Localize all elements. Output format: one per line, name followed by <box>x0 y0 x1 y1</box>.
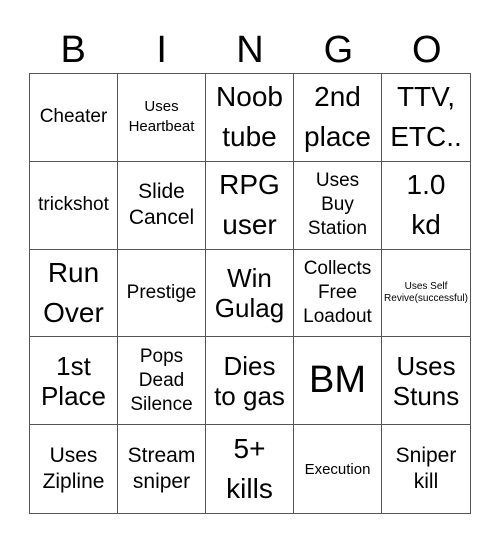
bingo-header: B I N G O <box>29 28 471 72</box>
bingo-cell-label: Stream sniper <box>127 444 196 494</box>
bingo-cell[interactable]: Uses Heartbeat <box>118 74 206 162</box>
bingo-cell-label: Slide Cancel <box>128 180 195 230</box>
bingo-cell[interactable]: 1.0 kd <box>382 162 470 250</box>
bingo-cell-label: Uses Self Revive(successful) <box>384 280 468 304</box>
bingo-cell[interactable]: Sniper kill <box>382 425 470 513</box>
bingo-cell-label: trickshot <box>38 194 109 216</box>
bingo-cell[interactable]: Run Over <box>30 249 118 338</box>
bingo-cell-label: 1st Place <box>40 350 107 411</box>
bingo-cell[interactable]: Uses Stuns <box>382 337 470 426</box>
bingo-cell[interactable]: 5+ kills <box>206 425 294 513</box>
bingo-cell[interactable]: Stream sniper <box>118 425 206 513</box>
header-letter-g: G <box>323 29 354 71</box>
bingo-cell[interactable]: Dies to gas <box>206 337 294 426</box>
header-letter-n: N <box>236 29 264 71</box>
bingo-cell-label: Run Over <box>43 256 104 328</box>
bingo-cell[interactable]: Cheater <box>30 74 118 162</box>
bingo-cell-label: Prestige <box>126 281 197 303</box>
bingo-cell-label: 5+ kills <box>226 433 273 505</box>
header-letter-b: B <box>60 29 86 71</box>
bingo-cell[interactable]: Uses Zipline <box>30 425 118 513</box>
bingo-cell[interactable]: Noob tube <box>206 74 294 162</box>
bingo-cell-label: Pops Dead Silence <box>130 345 193 415</box>
bingo-cell[interactable]: Collects Free Loadout <box>294 249 382 338</box>
bingo-cell[interactable]: Uses Self Revive(successful) <box>382 250 470 338</box>
bingo-cell[interactable]: Execution <box>294 425 382 513</box>
bingo-cell[interactable]: Pops Dead Silence <box>118 337 206 426</box>
bingo-cell-label: Dies to gas <box>214 350 285 411</box>
bingo-cell-label: 1.0 kd <box>406 169 446 241</box>
bingo-cell-label: TTV, ETC.. <box>390 81 462 153</box>
bingo-cell-label: Uses Zipline <box>42 444 105 494</box>
bingo-cell-label: Noob tube <box>216 81 283 153</box>
bingo-cell-label: Collects Free Loadout <box>303 257 372 327</box>
bingo-cell-label: BM <box>309 359 366 402</box>
bingo-cell-label: Uses Stuns <box>392 350 460 411</box>
bingo-cell-label: Cheater <box>39 106 108 128</box>
bingo-cell-label: 2nd place <box>304 81 371 153</box>
bingo-cell-label: RPG user <box>219 169 280 241</box>
bingo-cell-label: Sniper kill <box>395 444 457 494</box>
bingo-cell[interactable]: TTV, ETC.. <box>382 74 470 162</box>
bingo-cell-label: Win Gulag <box>214 262 285 323</box>
header-letter-o: O <box>412 29 442 71</box>
bingo-cell[interactable]: Uses Buy Station <box>294 161 382 250</box>
bingo-cell[interactable]: Prestige <box>118 249 206 338</box>
bingo-cell[interactable]: Win Gulag <box>206 249 294 338</box>
bingo-cell-label: Execution <box>304 460 371 478</box>
bingo-cell[interactable]: 2nd place <box>294 74 382 162</box>
bingo-cell[interactable]: 1st Place <box>30 337 118 426</box>
bingo-card-grid: Cheater Uses Heartbeat Noob tube 2nd place T… <box>29 73 471 514</box>
bingo-cell[interactable]: RPG user <box>206 161 294 250</box>
bingo-cell-label: Uses Heartbeat <box>128 98 195 136</box>
bingo-cell[interactable]: BM <box>294 337 382 426</box>
bingo-cell[interactable]: Slide Cancel <box>118 161 206 250</box>
header-letter-i: I <box>156 29 167 71</box>
bingo-cell[interactable]: trickshot <box>30 161 118 250</box>
bingo-cell-label: Uses Buy Station <box>307 170 368 240</box>
